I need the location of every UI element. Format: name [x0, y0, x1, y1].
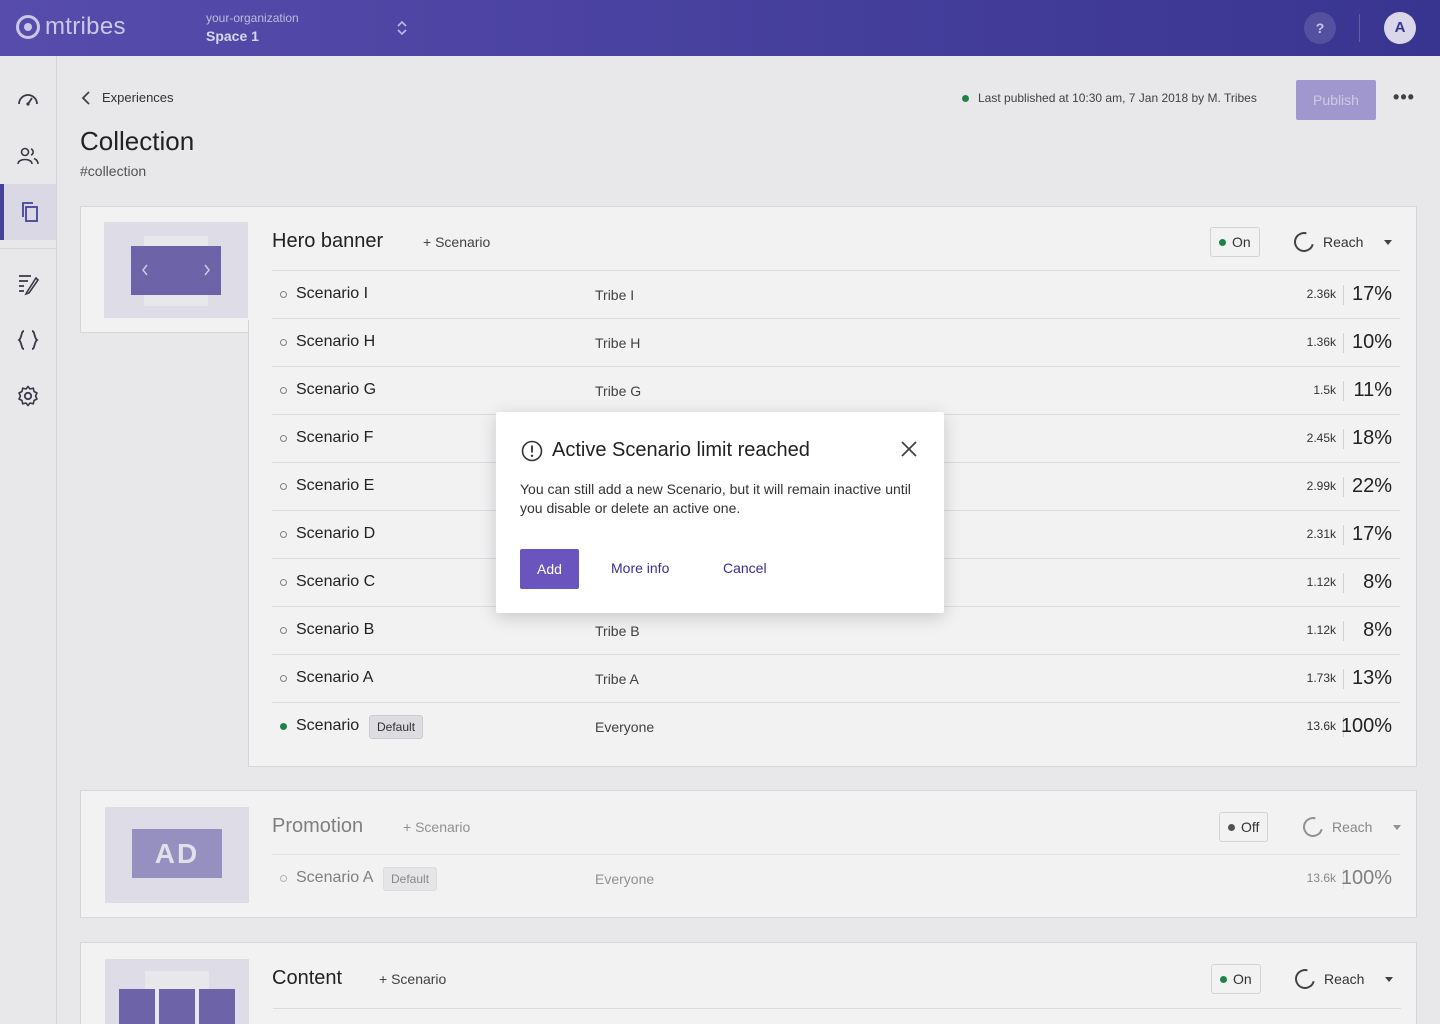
- cancel-button[interactable]: Cancel: [723, 560, 767, 576]
- scenario-limit-dialog: Active Scenario limit reached You can st…: [496, 412, 944, 613]
- add-button[interactable]: Add: [520, 549, 579, 589]
- close-icon[interactable]: [898, 438, 920, 460]
- warning-icon: [521, 440, 543, 462]
- dialog-title: Active Scenario limit reached: [552, 439, 810, 461]
- dialog-message: You can still add a new Scenario, but it…: [520, 481, 911, 516]
- more-info-link[interactable]: More info: [611, 560, 669, 576]
